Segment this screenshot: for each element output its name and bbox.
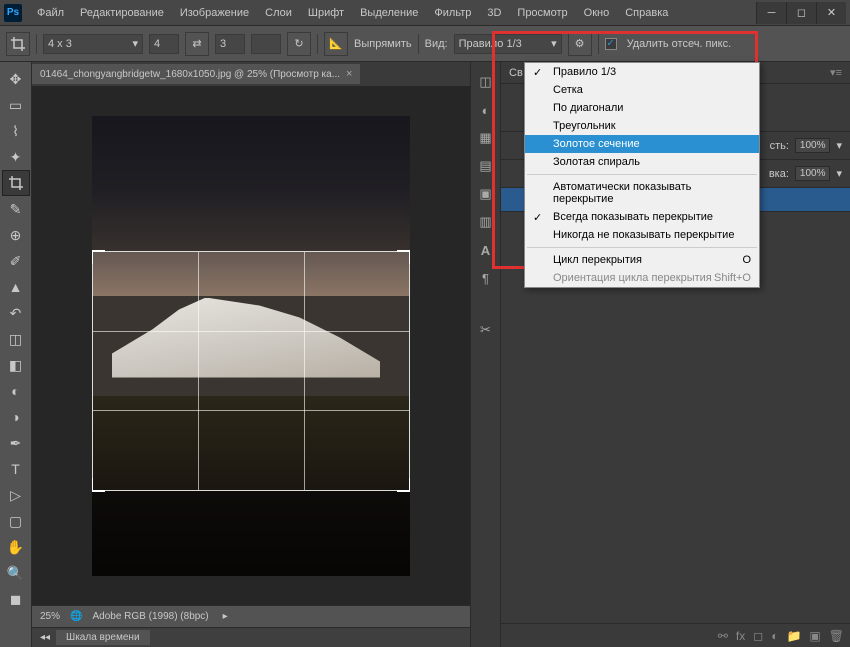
panel-icon-4[interactable]: ▤ [474,154,498,178]
panel-tab[interactable]: Св [509,67,523,79]
menu-view[interactable]: Просмотр [510,3,574,23]
new-layer-icon[interactable]: ▣ [809,629,820,643]
menu-bar: Файл Редактирование Изображение Слои Шри… [30,3,756,23]
dropdown-diagonal[interactable]: По диагонали [525,99,759,117]
timeline-tab[interactable]: Шкала времени [56,630,149,645]
dropdown-always-overlay[interactable]: Всегда показывать перекрытие [525,208,759,226]
link-icon[interactable]: ⚯ [718,629,728,643]
dodge-tool[interactable]: ◑ [2,404,30,430]
opacity-label: сть: [770,140,789,152]
crop-tool[interactable] [2,170,30,196]
maximize-button[interactable]: ◻ [786,2,816,24]
blur-tool[interactable]: ◐ [2,378,30,404]
gear-icon[interactable]: ⚙ [568,32,592,56]
minimize-button[interactable]: ─ [756,2,786,24]
dropdown-cycle-overlay[interactable]: Цикл перекрытияO [525,251,759,269]
opacity-value[interactable]: 100% [795,138,831,153]
dropdown-rule-thirds[interactable]: Правило 1/3 [525,63,759,81]
histogram-icon[interactable]: ◫ [474,70,498,94]
eyedropper-tool[interactable]: ✎ [2,196,30,222]
menu-3d[interactable]: 3D [480,3,508,23]
character-icon[interactable]: A [474,238,498,262]
delete-pixels-label: Удалить отсеч. пикс. [627,38,732,50]
shape-tool[interactable]: ▢ [2,508,30,534]
fx-icon[interactable]: fx [736,629,745,643]
tools-icon[interactable]: ✂ [474,318,498,342]
paragraph-icon[interactable]: ¶ [474,266,498,290]
crop-handle-bl[interactable] [92,478,105,492]
layers-icon[interactable]: ▣ [474,182,498,206]
pen-tool[interactable]: ✒ [2,430,30,456]
color-profile[interactable]: Adobe RGB (1998) (8bpc) [92,611,208,622]
color-swatch[interactable]: ◼ [2,586,30,612]
zoom-level[interactable]: 25% [40,611,60,622]
straighten-label[interactable]: Выпрямить [354,38,412,50]
brush-tool[interactable]: ✐ [2,248,30,274]
magic-wand-tool[interactable]: ✦ [2,144,30,170]
panel-icon-6[interactable]: ▥ [474,210,498,234]
menu-edit[interactable]: Редактирование [73,3,171,23]
eraser-tool[interactable]: ◫ [2,326,30,352]
view-select[interactable]: Правило 1/3▾ [454,34,562,54]
document-tab-title: 01464_chongyangbridgetw_1680x1050.jpg @ … [40,69,340,80]
menu-file[interactable]: Файл [30,3,71,23]
dropdown-triangle[interactable]: Треугольник [525,117,759,135]
dropdown-grid[interactable]: Сетка [525,81,759,99]
menu-select[interactable]: Выделение [353,3,425,23]
swap-dimensions-button[interactable]: ⇄ [185,32,209,56]
resolution-input[interactable] [251,34,281,54]
fill-label: вка: [769,168,789,180]
fill-value[interactable]: 100% [795,166,831,181]
hand-tool[interactable]: ✋ [2,534,30,560]
menu-filter[interactable]: Фильтр [427,3,478,23]
canvas[interactable] [92,116,410,576]
dropdown-auto-overlay[interactable]: Автоматически показывать перекрытие [525,178,759,208]
globe-icon[interactable]: 🌐 [70,611,82,622]
crop-handle-br[interactable] [397,478,410,492]
close-tab-icon[interactable]: × [346,68,352,80]
path-selection-tool[interactable]: ▷ [2,482,30,508]
dropdown-golden-ratio[interactable]: Золотое сечение [525,135,759,153]
document-tab[interactable]: 01464_chongyangbridgetw_1680x1050.jpg @ … [32,64,360,84]
menu-image[interactable]: Изображение [173,3,256,23]
crop-box[interactable] [92,251,410,491]
clear-button[interactable]: ↻ [287,32,311,56]
lasso-tool[interactable]: ⌇ [2,118,30,144]
panel-icon-3[interactable]: ▦ [474,126,498,150]
height-input[interactable] [215,34,245,54]
menu-layers[interactable]: Слои [258,3,299,23]
toolbox: ✥ ▭ ⌇ ✦ ✎ ⊕ ✐ ▲ ↶ ◫ ◧ ◐ ◑ ✒ T ▷ ▢ ✋ 🔍 ◼ [0,62,32,647]
stamp-tool[interactable]: ▲ [2,274,30,300]
view-label: Вид: [425,38,448,50]
ratio-select[interactable]: 4 x 3▾ [43,34,143,54]
menu-window[interactable]: Окно [577,3,617,23]
delete-pixels-checkbox[interactable]: ✓ [605,38,617,50]
type-tool[interactable]: T [2,456,30,482]
history-brush-tool[interactable]: ↶ [2,300,30,326]
adjustment-icon[interactable]: ◐ [771,629,778,643]
healing-tool[interactable]: ⊕ [2,222,30,248]
width-input[interactable] [149,34,179,54]
dropdown-cycle-orientation[interactable]: Ориентация цикла перекрытияShift+O [525,269,759,287]
menu-help[interactable]: Справка [618,3,675,23]
dropdown-never-overlay[interactable]: Никогда не показывать перекрытие [525,226,759,244]
zoom-tool[interactable]: 🔍 [2,560,30,586]
trash-icon[interactable]: 🗑 [829,629,844,643]
crop-handle-tl[interactable] [92,250,105,264]
dropdown-golden-spiral[interactable]: Золотая спираль [525,153,759,171]
mask-icon[interactable]: ◻ [753,629,763,643]
marquee-tool[interactable]: ▭ [2,92,30,118]
folder-icon[interactable]: 📁 [786,629,801,643]
move-tool[interactable]: ✥ [2,66,30,92]
photoshop-logo: Ps [4,4,22,22]
adjustments-icon[interactable]: ◐ [474,98,498,122]
crop-tool-icon[interactable] [6,32,30,56]
view-dropdown: Правило 1/3 Сетка По диагонали Треугольн… [524,62,760,288]
straighten-icon[interactable]: 📐 [324,32,348,56]
menu-type[interactable]: Шрифт [301,3,351,23]
close-button[interactable]: ✕ [816,2,846,24]
gradient-tool[interactable]: ◧ [2,352,30,378]
crop-handle-tr[interactable] [397,250,410,264]
